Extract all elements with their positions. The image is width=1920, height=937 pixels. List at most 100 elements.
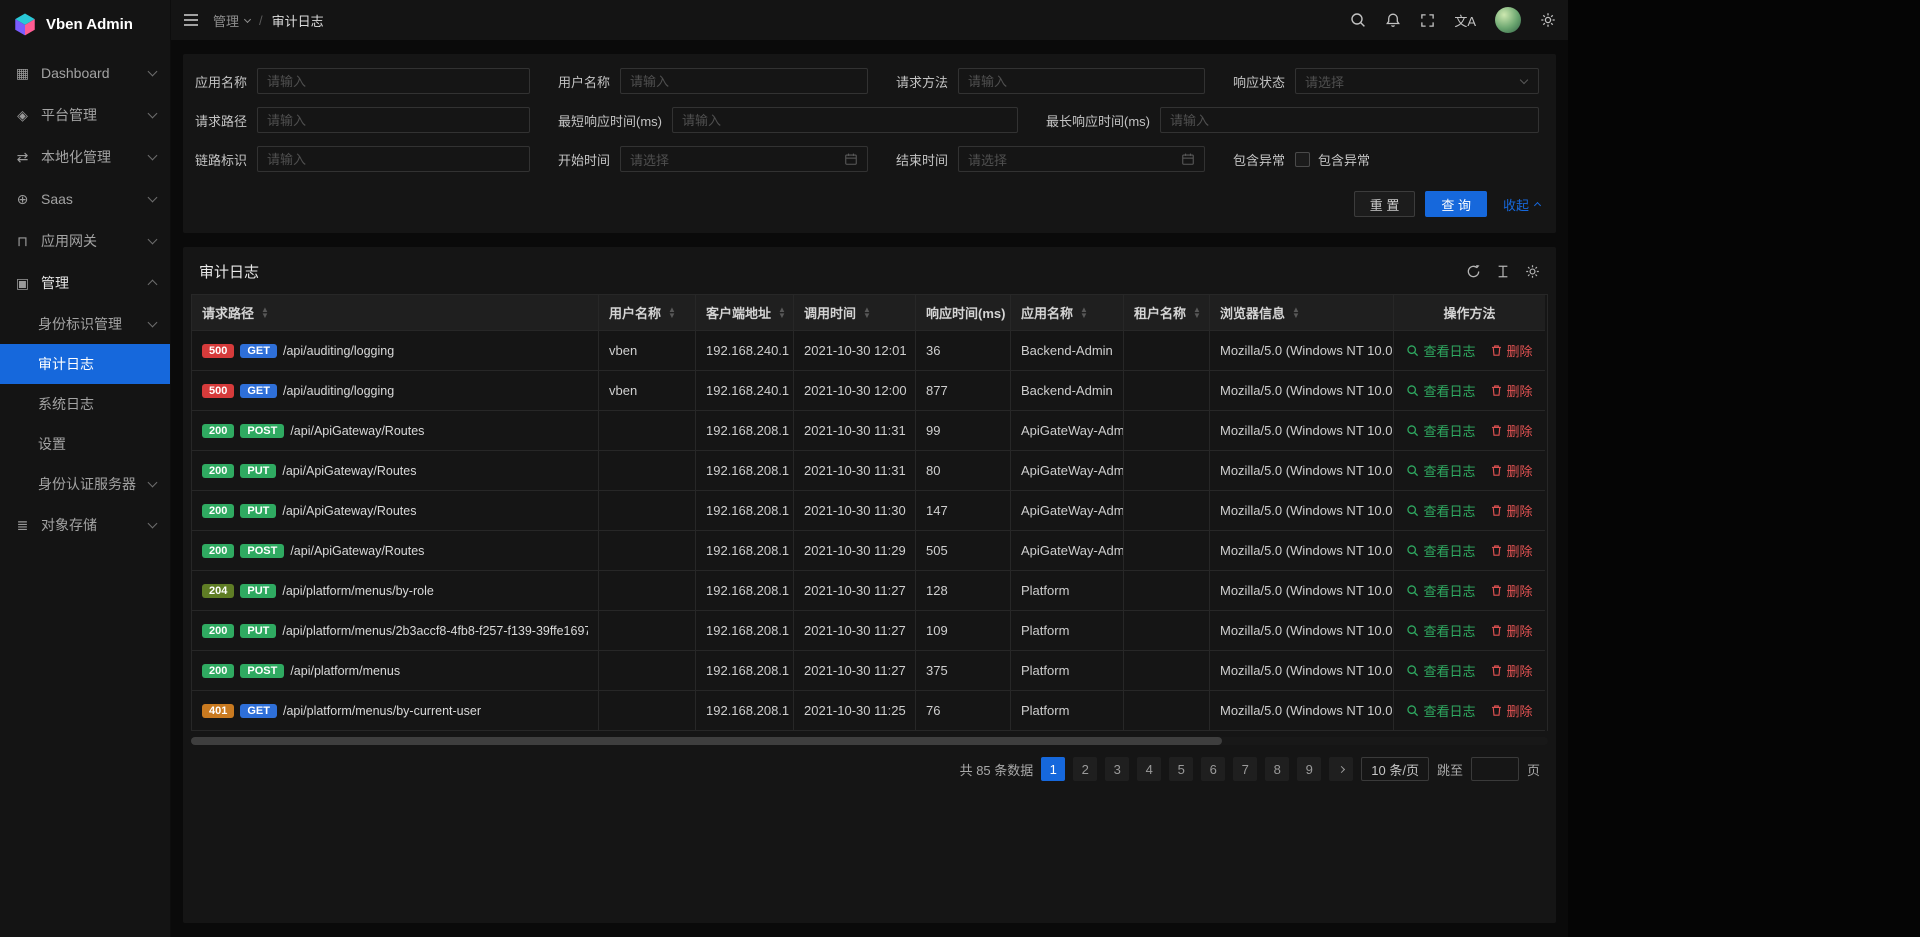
sidebar-item-system-logs[interactable]: 系统日志 [0, 384, 170, 424]
delete-button[interactable]: 删除 [1490, 381, 1533, 400]
sidebar-item-settings[interactable]: 设置 [0, 424, 170, 464]
view-log-button[interactable]: 查看日志 [1406, 421, 1475, 440]
page-button-4[interactable]: 4 [1137, 757, 1161, 781]
sidebar-item-localization[interactable]: ⇄本地化管理 [0, 136, 170, 178]
page-size-select[interactable]: 10 条/页 [1361, 757, 1429, 781]
view-log-button[interactable]: 查看日志 [1406, 621, 1475, 640]
query-button[interactable]: 查 询 [1425, 191, 1487, 217]
column-header-2[interactable]: 用户名称▲▼ [599, 295, 696, 331]
table-row: 200PUT/api/ApiGateway/Routes192.168.208.… [192, 491, 1547, 531]
end-time-picker[interactable]: 请选择 [958, 146, 1205, 172]
response-status-select[interactable]: 请选择 [1295, 68, 1539, 94]
delete-button[interactable]: 删除 [1490, 661, 1533, 680]
view-log-button[interactable]: 查看日志 [1406, 701, 1475, 720]
page-button-3[interactable]: 3 [1105, 757, 1129, 781]
bell-icon[interactable] [1385, 12, 1401, 28]
page-button-9[interactable]: 9 [1297, 757, 1321, 781]
min-response-time-input[interactable] [672, 107, 1018, 133]
table-title: 审计日志 [199, 261, 259, 282]
tenant-name-cell [1124, 651, 1210, 691]
start-time-picker[interactable]: 请选择 [620, 146, 868, 172]
user-name-cell [599, 451, 696, 491]
max-response-time-input[interactable] [1160, 107, 1539, 133]
delete-button[interactable]: 删除 [1490, 461, 1533, 480]
column-header-1[interactable]: 请求路径▲▼ [192, 295, 599, 331]
client-address-cell: 192.168.208.1 [696, 651, 794, 691]
column-header-4[interactable]: 调用时间▲▼ [794, 295, 916, 331]
method-badge: GET [240, 344, 277, 358]
sidebar-item-dashboard[interactable]: ▦Dashboard [0, 52, 170, 94]
column-header-6[interactable]: 应用名称▲▼ [1011, 295, 1124, 331]
sidebar-item-saas[interactable]: ⊕Saas [0, 178, 170, 220]
delete-label: 删除 [1507, 701, 1533, 720]
logo[interactable]: Vben Admin [0, 0, 170, 48]
app-name-input[interactable] [257, 68, 530, 94]
sidebar-item-label: 对象存储 [41, 515, 149, 535]
delete-button[interactable]: 删除 [1490, 421, 1533, 440]
table-row: 200POST/api/ApiGateway/Routes192.168.208… [192, 411, 1547, 451]
tenant-name-cell [1124, 451, 1210, 491]
column-settings-icon[interactable] [1525, 264, 1540, 279]
call-time-cell: 2021-10-30 11:31 [794, 411, 916, 451]
translate-icon[interactable]: 文A [1454, 11, 1476, 30]
status-badge: 401 [202, 704, 234, 718]
settings-gear-icon[interactable] [1540, 12, 1556, 28]
sidebar-item-gateway[interactable]: ⊓应用网关 [0, 220, 170, 262]
delete-button[interactable]: 删除 [1490, 621, 1533, 640]
sidebar-item-object-storage[interactable]: ≣对象存储 [0, 504, 170, 546]
sidebar-item-identity[interactable]: 身份标识管理 [0, 304, 170, 344]
delete-button[interactable]: 删除 [1490, 581, 1533, 600]
delete-button[interactable]: 删除 [1490, 501, 1533, 520]
page-button-1[interactable]: 1 [1041, 757, 1065, 781]
view-log-button[interactable]: 查看日志 [1406, 541, 1475, 560]
collapse-button[interactable]: 收起 [1503, 195, 1540, 214]
page-button-2[interactable]: 2 [1073, 757, 1097, 781]
horizontal-scrollbar[interactable] [191, 737, 1548, 745]
sidebar-item-platform[interactable]: ◈平台管理 [0, 94, 170, 136]
page-button-5[interactable]: 5 [1169, 757, 1193, 781]
view-log-button[interactable]: 查看日志 [1406, 341, 1475, 360]
column-header-7[interactable]: 租户名称▲▼ [1124, 295, 1210, 331]
sidebar-item-identity-server[interactable]: 身份认证服务器 [0, 464, 170, 504]
view-log-button[interactable]: 查看日志 [1406, 501, 1475, 520]
exception-checkbox[interactable] [1295, 152, 1310, 167]
table-row: 401GET/api/platform/menus/by-current-use… [192, 691, 1547, 731]
jump-page-input[interactable] [1471, 757, 1519, 781]
view-log-icon [1406, 704, 1419, 717]
delete-button[interactable]: 删除 [1490, 541, 1533, 560]
http-method-input[interactable] [958, 68, 1205, 94]
user-name-input[interactable] [620, 68, 868, 94]
fullscreen-icon[interactable] [1420, 13, 1435, 28]
next-page-button[interactable] [1329, 757, 1353, 781]
delete-label: 删除 [1507, 661, 1533, 680]
breadcrumb-management[interactable]: 管理 [213, 11, 250, 30]
app-name-cell: Platform [1011, 571, 1124, 611]
delete-button[interactable]: 删除 [1490, 341, 1533, 360]
sidebar-item-management[interactable]: ▣管理 [0, 262, 170, 304]
view-log-button[interactable]: 查看日志 [1406, 461, 1475, 480]
view-log-button[interactable]: 查看日志 [1406, 661, 1475, 680]
search-icon[interactable] [1350, 12, 1366, 28]
column-header-5[interactable]: 响应时间(ms)▲▼ [916, 295, 1011, 331]
sidebar-menu: ▦Dashboard◈平台管理⇄本地化管理⊕Saas⊓应用网关▣管理身份标识管理… [0, 48, 170, 937]
response-time-cell: 76 [916, 691, 1011, 731]
refresh-icon[interactable] [1466, 264, 1481, 279]
scrollbar-thumb[interactable] [191, 737, 1222, 745]
tenant-name-cell [1124, 611, 1210, 651]
pagination-pages: 123456789 [1041, 757, 1321, 781]
page-button-8[interactable]: 8 [1265, 757, 1289, 781]
reset-button[interactable]: 重 置 [1354, 191, 1416, 217]
column-header-8[interactable]: 浏览器信息▲▼ [1210, 295, 1394, 331]
row-height-icon[interactable] [1496, 264, 1510, 279]
menu-fold-icon[interactable] [183, 13, 199, 27]
page-button-6[interactable]: 6 [1201, 757, 1225, 781]
sidebar-item-audit-logs[interactable]: 审计日志 [0, 344, 170, 384]
delete-button[interactable]: 删除 [1490, 701, 1533, 720]
page-button-7[interactable]: 7 [1233, 757, 1257, 781]
column-header-3[interactable]: 客户端地址▲▼ [696, 295, 794, 331]
request-path-input[interactable] [257, 107, 530, 133]
view-log-button[interactable]: 查看日志 [1406, 581, 1475, 600]
view-log-button[interactable]: 查看日志 [1406, 381, 1475, 400]
avatar[interactable] [1495, 7, 1521, 33]
trace-id-input[interactable] [257, 146, 530, 172]
